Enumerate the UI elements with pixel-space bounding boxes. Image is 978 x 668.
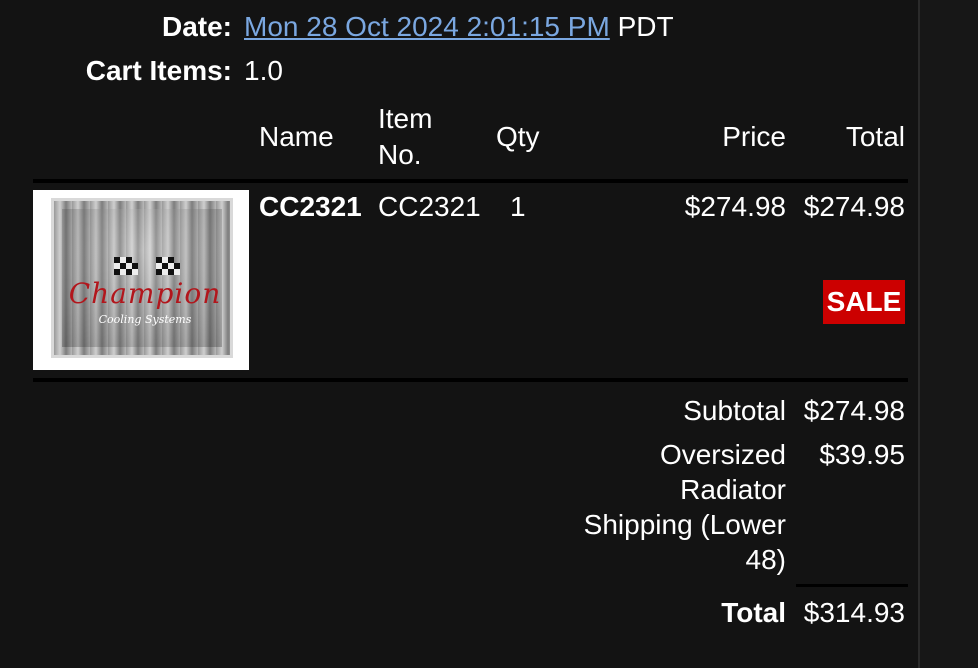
cart-items-label: Cart Items: [85, 55, 232, 86]
item-qty: 1 [510, 191, 526, 222]
column-header-qty: Qty [496, 121, 540, 152]
checkered-flags-icon [114, 257, 180, 275]
total-label: Total [721, 597, 786, 628]
item-name: CC2321 [259, 191, 362, 222]
product-brand-subtext: Cooling Systems [98, 313, 192, 326]
shipping-label-line2: Radiator [680, 474, 786, 505]
column-header-total: Total [845, 121, 905, 152]
column-header-item-no-line1: Item [378, 103, 433, 134]
date-timezone: PDT [617, 11, 674, 42]
item-number: CC2321 [378, 191, 481, 222]
shipping-label-line3: Shipping (Lower [583, 509, 786, 540]
right-gutter [918, 0, 978, 668]
items-divider [33, 378, 908, 382]
product-brand-text: Champion [68, 277, 222, 310]
header-divider [33, 179, 908, 183]
item-total: $274.98 [803, 191, 905, 222]
column-header-name: Name [259, 121, 334, 152]
shipping-value: $39.95 [819, 439, 905, 470]
shipping-label-line4: 48) [745, 544, 786, 575]
radiator-icon: Champion Cooling Systems [51, 198, 233, 358]
subtotal-label: Subtotal [683, 395, 786, 426]
sale-badge: SALE [823, 280, 905, 324]
total-divider [796, 584, 908, 587]
total-value: $314.93 [803, 597, 905, 628]
shipping-label-line1: Oversized [659, 439, 786, 470]
subtotal-value: $274.98 [803, 395, 905, 426]
product-image[interactable]: Champion Cooling Systems [33, 190, 249, 370]
date-line: Mon 28 Oct 2024 2:01:15 PM PDT [244, 10, 674, 44]
column-header-price: Price [722, 121, 786, 152]
date-link[interactable]: Mon 28 Oct 2024 2:01:15 PM [244, 11, 610, 42]
item-price: $274.98 [684, 191, 786, 222]
cart-items-value: 1.0 [244, 55, 283, 86]
column-header-item-no-line2: No. [378, 139, 422, 170]
date-label: Date: [161, 11, 232, 42]
